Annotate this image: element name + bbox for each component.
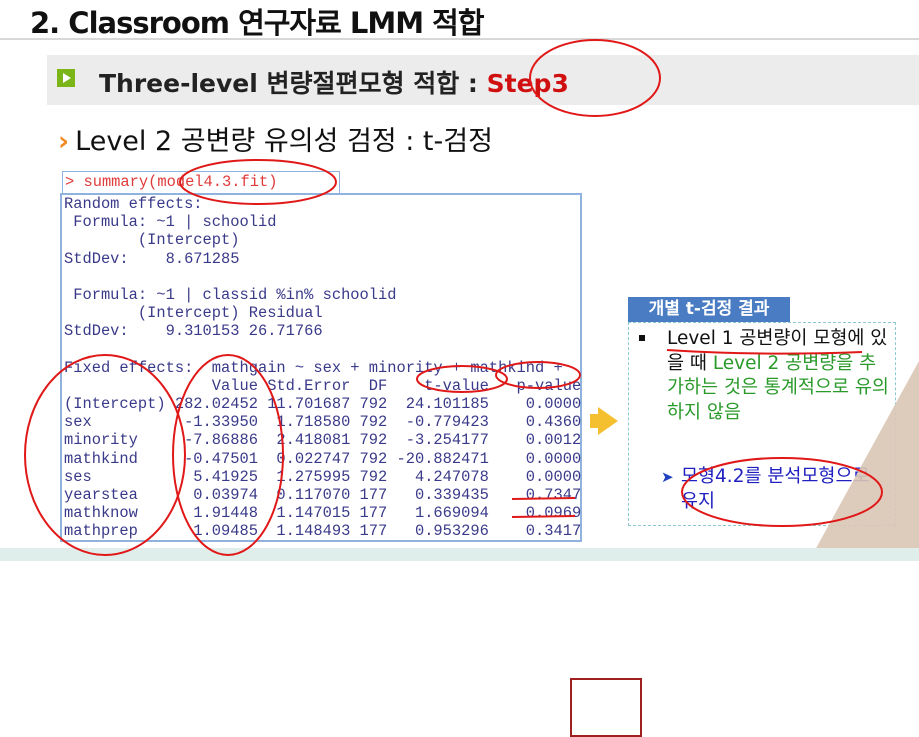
table-row: mathkind -0.47501 0.022747 792 -20.88247… bbox=[64, 449, 582, 468]
title-divider bbox=[0, 38, 919, 40]
console-output: Random effects: Formula: ~1 | schoolid (… bbox=[60, 193, 642, 737]
arrow-right-icon bbox=[598, 407, 618, 435]
slide-title: 2. Classroom 연구자료 LMM 적합 bbox=[30, 6, 485, 40]
console-output-text: Random effects: Formula: ~1 | schoolid (… bbox=[64, 195, 581, 541]
subheading-text: Level 2 공변량 유의성 검정 : t-검정 bbox=[75, 126, 493, 157]
random-effects-line: (Intercept) bbox=[64, 231, 240, 250]
subheading: › Level 2 공변량 유의성 검정 : t-검정 bbox=[58, 119, 493, 158]
pvalue-highlight-box bbox=[570, 678, 642, 737]
table-row: (Intercept) 282.02452 11.701687 792 24.1… bbox=[64, 395, 582, 414]
random-effects-line: (Intercept) Residual bbox=[64, 304, 323, 323]
console-command: > summary(model4.3.fit) bbox=[62, 171, 340, 194]
arrowhead-bullet-icon: ➤ bbox=[661, 468, 674, 486]
section-bar: Three-level 변량절편모형 적합 : Step3 bbox=[47, 55, 919, 105]
random-effects-line bbox=[64, 268, 581, 286]
fixed-effects-columns: Value Std.Error DF t-value p-value bbox=[64, 376, 582, 395]
random-effects-line: Random effects: bbox=[64, 195, 203, 213]
table-row: minority -7.86886 2.418081 792 -3.254177… bbox=[64, 431, 582, 450]
command-text: > summary(model4.3.fit) bbox=[65, 173, 278, 191]
play-square-icon bbox=[57, 69, 75, 87]
random-effects-line: StdDev: 9.310153 26.71766 bbox=[64, 322, 323, 341]
step-label: Step3 bbox=[486, 69, 569, 98]
decorative-triangle bbox=[809, 361, 919, 561]
panel-header: 개별 t-검정 결과 bbox=[628, 297, 790, 322]
table-row: yearstea 0.03974 0.117070 177 0.339435 0… bbox=[64, 486, 582, 504]
random-effects-line bbox=[64, 341, 581, 359]
table-row: ses 5.41925 1.275995 792 4.247078 0.0000 bbox=[64, 467, 582, 486]
random-effects-line: Formula: ~1 | classid %in% schoolid bbox=[64, 285, 397, 304]
section-heading-text: Three-level 변량절편모형 적합 : bbox=[99, 69, 487, 98]
chevron-right-icon: › bbox=[58, 126, 70, 157]
fixed-effects-header: Fixed effects: mathgain ~ sex + minority… bbox=[64, 358, 563, 377]
table-row: mathknow 1.91448 1.147015 177 1.669094 0… bbox=[64, 504, 582, 523]
section-heading: Three-level 변량절편모형 적합 : Step3 bbox=[99, 64, 569, 100]
random-effects-line: Formula: ~1 | schoolid bbox=[64, 213, 277, 232]
bullet-icon bbox=[639, 335, 645, 341]
footer-strip bbox=[0, 548, 919, 561]
table-row: sex -1.33950 1.718580 792 -0.779423 0.43… bbox=[64, 413, 582, 432]
random-effects-line: StdDev: 8.671285 bbox=[64, 249, 240, 268]
table-row: mathprep 1.09485 1.148493 177 0.953296 0… bbox=[64, 522, 582, 541]
